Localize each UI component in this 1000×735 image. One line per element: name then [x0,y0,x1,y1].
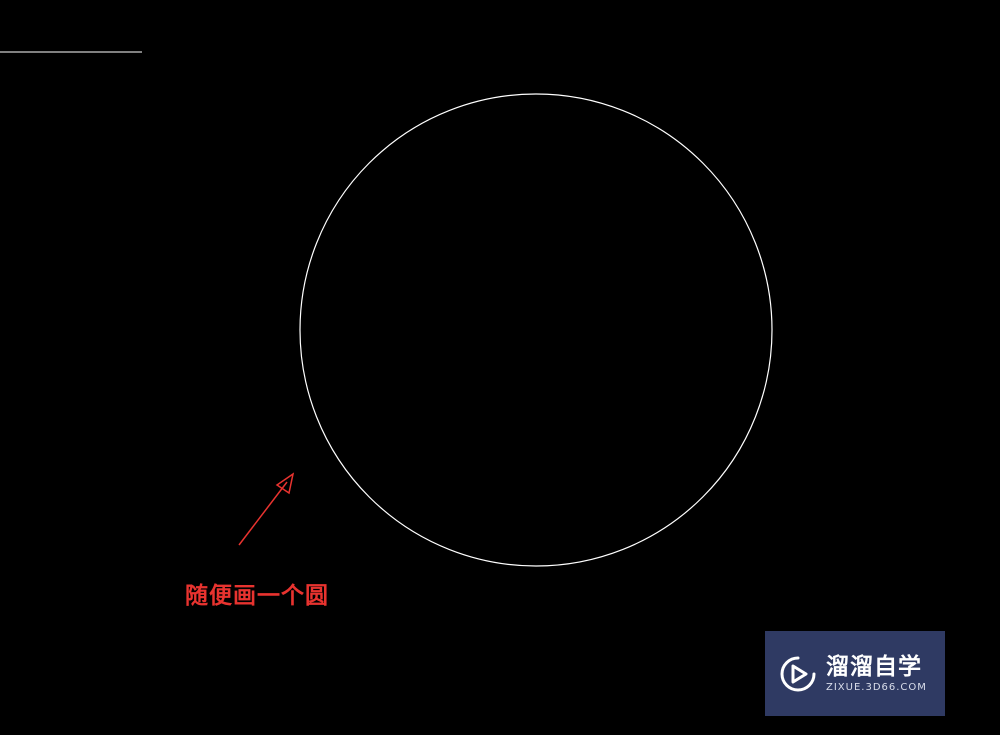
annotation-arrow [238,472,295,546]
play-logo-icon [780,656,816,691]
drawn-circle[interactable] [299,93,773,567]
watermark-text: 溜溜自学 ZIXUE.3D66.COM [826,653,927,695]
cad-drawing-canvas[interactable] [0,0,1000,735]
watermark-url: ZIXUE.3D66.COM [826,681,927,693]
annotation-label: 随便画一个圆 [185,583,329,609]
watermark-brand: 溜溜自学 [826,653,922,680]
watermark-badge: 溜溜自学 ZIXUE.3D66.COM [765,631,945,716]
